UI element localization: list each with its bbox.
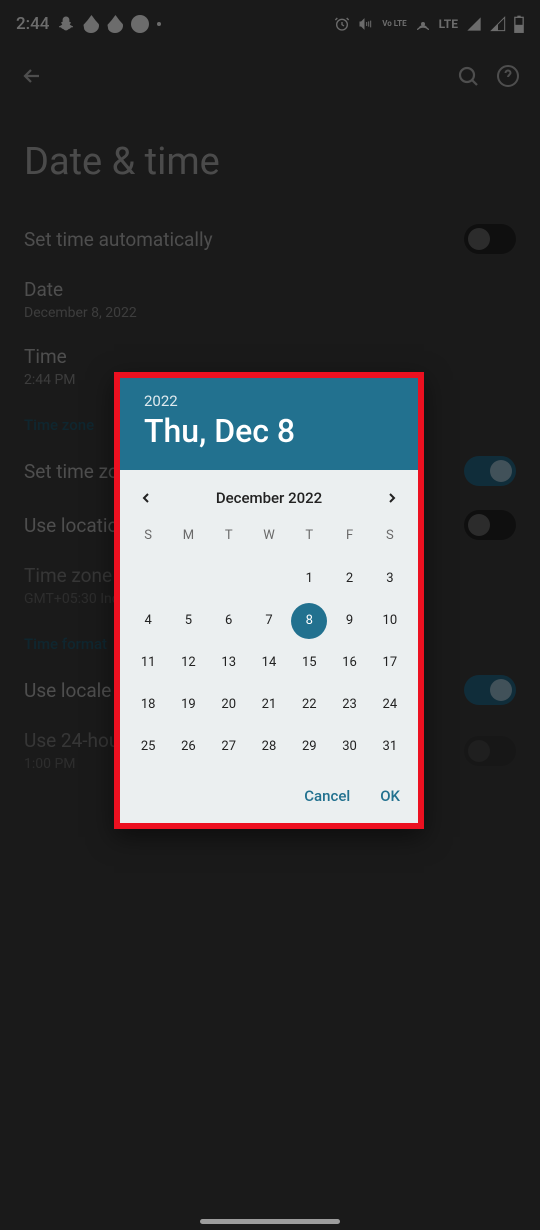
calendar-day[interactable]: 24	[372, 687, 408, 723]
calendar-day[interactable]: 23	[332, 687, 368, 723]
calendar-day[interactable]: 9	[332, 603, 368, 639]
calendar-day[interactable]: 4	[130, 603, 166, 639]
calendar-day[interactable]: 20	[211, 687, 247, 723]
calendar-day[interactable]: 1	[291, 561, 327, 597]
calendar-day[interactable]: 16	[332, 645, 368, 681]
day-of-week: S	[128, 522, 168, 555]
nav-handle[interactable]	[200, 1219, 340, 1224]
day-of-week: F	[329, 522, 369, 555]
cancel-button[interactable]: Cancel	[304, 787, 350, 805]
next-month-button[interactable]	[378, 484, 406, 512]
calendar-day[interactable]: 17	[372, 645, 408, 681]
calendar-day[interactable]: 14	[251, 645, 287, 681]
calendar-grid: SMTWTFS123456789101112131415161718192021…	[120, 520, 418, 773]
calendar-day[interactable]: 29	[291, 729, 327, 765]
day-of-week: T	[289, 522, 329, 555]
day-of-week: M	[168, 522, 208, 555]
calendar-day[interactable]: 22	[291, 687, 327, 723]
dialog-header: 2022 Thu, Dec 8	[120, 378, 418, 470]
calendar-day[interactable]: 18	[130, 687, 166, 723]
ok-button[interactable]: OK	[380, 787, 400, 805]
calendar-day[interactable]: 27	[211, 729, 247, 765]
calendar-day[interactable]: 2	[332, 561, 368, 597]
calendar-day[interactable]: 28	[251, 729, 287, 765]
calendar-day[interactable]: 30	[332, 729, 368, 765]
calendar-day[interactable]: 13	[211, 645, 247, 681]
dialog-selected-date[interactable]: Thu, Dec 8	[144, 412, 394, 450]
calendar-day[interactable]: 25	[130, 729, 166, 765]
calendar-day[interactable]: 15	[291, 645, 327, 681]
day-of-week: W	[249, 522, 289, 555]
calendar-day[interactable]: 11	[130, 645, 166, 681]
day-of-week: S	[370, 522, 410, 555]
date-picker-dialog: 2022 Thu, Dec 8 December 2022 SMTWTFS123…	[114, 372, 424, 829]
prev-month-button[interactable]	[132, 484, 160, 512]
calendar-day[interactable]: 7	[251, 603, 287, 639]
dialog-year[interactable]: 2022	[144, 392, 394, 410]
month-label: December 2022	[216, 489, 322, 507]
calendar-day[interactable]: 21	[251, 687, 287, 723]
calendar-day[interactable]: 26	[170, 729, 206, 765]
calendar-day[interactable]: 5	[170, 603, 206, 639]
calendar-day[interactable]: 6	[211, 603, 247, 639]
calendar-day[interactable]: 19	[170, 687, 206, 723]
calendar-day[interactable]: 8	[291, 603, 327, 639]
calendar-day[interactable]: 10	[372, 603, 408, 639]
day-of-week: T	[209, 522, 249, 555]
calendar-day[interactable]: 3	[372, 561, 408, 597]
calendar-day[interactable]: 31	[372, 729, 408, 765]
calendar-day[interactable]: 12	[170, 645, 206, 681]
